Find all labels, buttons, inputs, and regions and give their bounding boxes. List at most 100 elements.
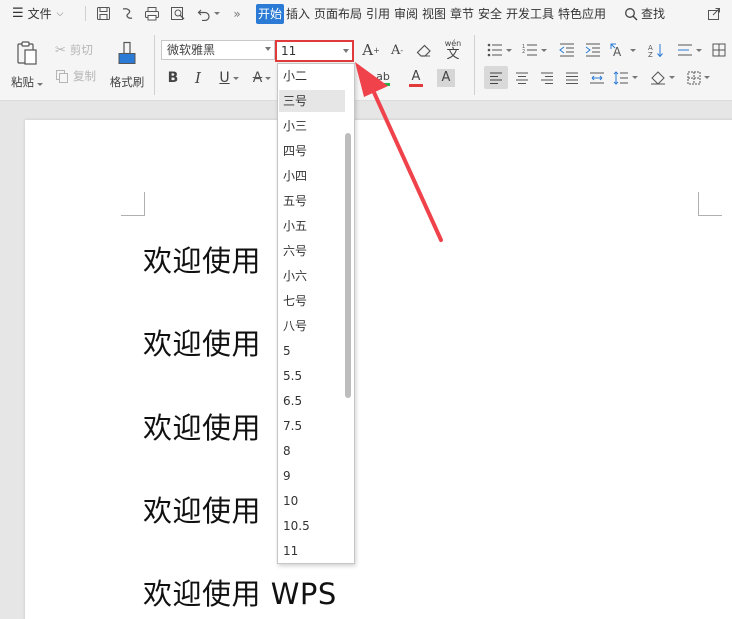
font-size-option[interactable]: 八号 xyxy=(279,315,345,337)
align-center-icon[interactable] xyxy=(511,66,533,89)
font-size-option[interactable]: 11 xyxy=(279,540,345,562)
dropdown-scrollbar[interactable] xyxy=(345,133,351,398)
font-size-option[interactable]: 五号 xyxy=(279,190,345,212)
decrease-indent-icon[interactable] xyxy=(557,39,577,61)
document-text-line[interactable]: 欢迎使用 xyxy=(143,238,261,280)
bold-icon[interactable]: B xyxy=(165,67,181,89)
char-shading-icon[interactable]: A xyxy=(436,68,456,88)
chevron-down-icon xyxy=(343,49,349,53)
increase-indent-icon[interactable] xyxy=(583,39,603,61)
grow-font-icon[interactable]: A + xyxy=(361,39,381,61)
font-size-option[interactable]: 6.5 xyxy=(279,390,345,412)
chevron-down-icon: ⌵ xyxy=(56,8,64,19)
file-menu[interactable]: ☰ 文件 ⌵ xyxy=(12,0,74,27)
cut-label: 剪切 xyxy=(69,43,93,57)
shrink-font-icon[interactable]: A- xyxy=(387,39,407,61)
tab-developer[interactable]: 开发工具 xyxy=(505,4,555,24)
hamburger-icon: ☰ xyxy=(12,6,24,21)
align-right-icon[interactable] xyxy=(536,66,558,89)
font-color-icon[interactable]: A xyxy=(401,67,431,89)
font-size-option[interactable]: 小五 xyxy=(279,215,345,237)
share-icon[interactable] xyxy=(704,0,724,27)
search-button[interactable]: 查找 xyxy=(624,0,672,27)
font-size-option[interactable]: 七号 xyxy=(279,290,345,312)
tab-chapter[interactable]: 章节 xyxy=(449,4,475,24)
font-size-select[interactable]: 11 xyxy=(275,40,354,62)
font-size-option[interactable]: 5 xyxy=(279,340,345,362)
font-size-option[interactable]: 小四 xyxy=(279,165,345,187)
strikethrough-icon[interactable]: A xyxy=(249,67,275,89)
font-family-value: 微软雅黑 xyxy=(167,43,216,57)
print-preview-icon[interactable] xyxy=(167,0,189,27)
font-size-option[interactable]: 5.5 xyxy=(279,365,345,387)
tab-review[interactable]: 审阅 xyxy=(393,4,419,24)
justify-icon[interactable] xyxy=(561,66,583,89)
sort-icon[interactable]: AZ xyxy=(646,39,666,61)
line-spacing-icon[interactable] xyxy=(611,66,639,89)
italic-icon[interactable]: I xyxy=(190,67,206,89)
undo-icon[interactable] xyxy=(194,0,222,27)
document-text-line[interactable]: 欢迎使用 xyxy=(143,321,261,363)
font-size-option[interactable]: 小三 xyxy=(279,115,345,137)
tab-insert[interactable]: 插入 xyxy=(285,4,311,24)
paste-button[interactable]: 粘贴 xyxy=(10,35,44,95)
scissors-icon: ✂ xyxy=(55,42,66,58)
tab-references[interactable]: 引用 xyxy=(365,4,391,24)
tab-security[interactable]: 安全 xyxy=(477,4,503,24)
clear-format-icon[interactable] xyxy=(413,39,435,61)
crop-mark xyxy=(121,192,145,216)
file-menu-label: 文件 xyxy=(27,7,52,21)
search-icon xyxy=(625,7,638,20)
font-size-option[interactable]: 小二 xyxy=(279,65,345,87)
line-break-icon[interactable] xyxy=(675,39,703,61)
font-size-option[interactable]: 7.5 xyxy=(279,415,345,437)
document-text-line[interactable]: 欢迎使用 xyxy=(143,405,261,447)
document-text-line[interactable]: 欢迎使用 WPS xyxy=(143,571,337,613)
borders-icon[interactable] xyxy=(684,66,712,89)
bullet-list-icon[interactable] xyxy=(486,39,512,61)
font-size-option[interactable]: 三号 xyxy=(279,90,345,112)
font-size-option[interactable]: 8 xyxy=(279,440,345,462)
cut-button[interactable]: ✂ 剪切 xyxy=(55,41,93,59)
save-icon[interactable] xyxy=(93,0,113,27)
font-size-option[interactable]: 四号 xyxy=(279,140,345,162)
copy-icon xyxy=(56,70,68,83)
font-size-option[interactable]: 10 xyxy=(279,490,345,512)
pinyin-guide-icon[interactable]: wén 文 xyxy=(440,38,466,62)
search-label: 查找 xyxy=(641,7,666,21)
font-size-dropdown: 小二 三号 小三 四号 小四 五号 小五 六号 小六 七号 八号 5 5.5 6… xyxy=(277,63,355,564)
font-size-option[interactable]: 10.5 xyxy=(279,515,345,537)
print-icon[interactable] xyxy=(141,0,163,27)
copy-button[interactable]: 复制 xyxy=(55,67,96,85)
highlight-icon[interactable]: ab xyxy=(369,67,397,89)
numbered-list-icon[interactable]: 12 xyxy=(521,39,547,61)
chevron-down-icon xyxy=(265,47,271,51)
underline-icon[interactable]: U xyxy=(214,67,244,89)
more-quick-access-icon[interactable]: » xyxy=(229,0,245,27)
font-size-option[interactable]: 六号 xyxy=(279,240,345,262)
clipboard-icon xyxy=(17,41,37,65)
format-painter-button[interactable]: 格式刷 xyxy=(107,35,147,95)
svg-text:Z: Z xyxy=(648,51,653,58)
tab-view[interactable]: 视图 xyxy=(421,4,447,24)
output-pdf-icon[interactable] xyxy=(117,0,137,27)
tab-special-apps[interactable]: 特色应用 xyxy=(557,4,607,24)
paragraph-shading-icon[interactable] xyxy=(647,66,677,89)
paste-label: 粘贴 xyxy=(11,75,34,89)
font-family-select[interactable]: 微软雅黑 xyxy=(161,40,275,60)
table-borders-icon[interactable] xyxy=(709,39,729,61)
tab-page-layout[interactable]: 页面布局 xyxy=(313,4,363,24)
text-direction-icon[interactable]: A xyxy=(609,39,637,61)
document-page[interactable] xyxy=(25,120,732,619)
font-size-option[interactable]: 9 xyxy=(279,465,345,487)
tab-start[interactable]: 开始 xyxy=(256,4,285,24)
align-left-icon[interactable] xyxy=(484,66,508,89)
menu-bar: ☰ 文件 ⌵ » 开始 插入 页面布局 引用 审阅 视图 章节 安全 开发工具 … xyxy=(0,0,732,27)
divider xyxy=(154,35,155,95)
distributed-align-icon[interactable] xyxy=(586,66,608,89)
font-size-value: 11 xyxy=(281,44,297,58)
format-painter-icon xyxy=(118,41,136,64)
font-size-option[interactable]: 小六 xyxy=(279,265,345,287)
divider xyxy=(474,35,475,95)
document-text-line[interactable]: 欢迎使用 xyxy=(143,488,261,530)
